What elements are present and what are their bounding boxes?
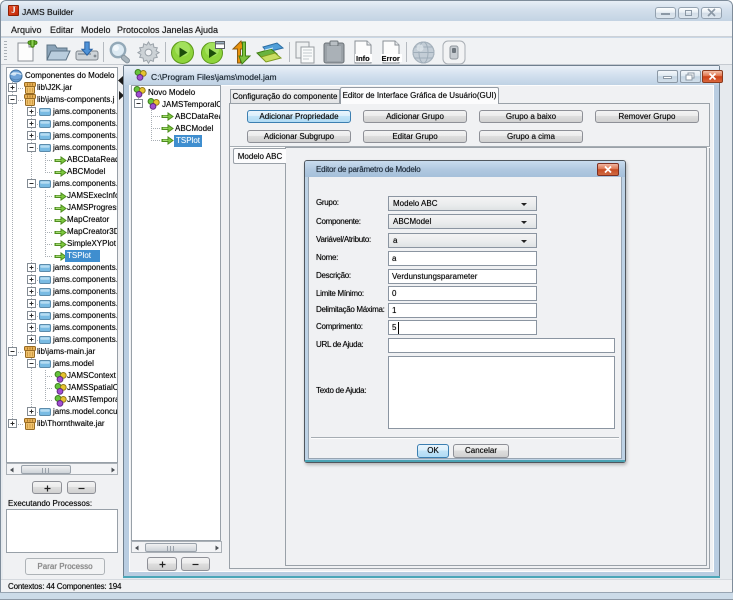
svg-text:Error: Error [382, 54, 400, 63]
svg-text:Info: Info [356, 54, 370, 63]
